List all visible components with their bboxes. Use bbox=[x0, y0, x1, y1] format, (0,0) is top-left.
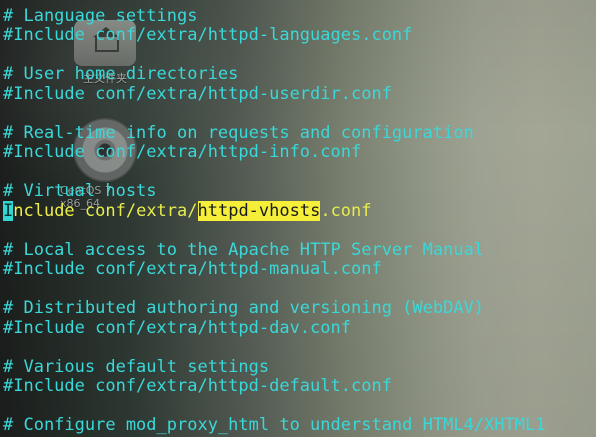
config-line: # Configure mod_proxy_html to understand… bbox=[3, 415, 546, 435]
path-prefix: conf/extra/ bbox=[74, 201, 198, 221]
include-keyword: nclude bbox=[13, 201, 75, 221]
active-config-line: Include conf/extra/httpd-vhosts.conf bbox=[3, 201, 372, 221]
config-line: # Local access to the Apache HTTP Server… bbox=[3, 240, 485, 260]
config-line: # Distributed authoring and versioning (… bbox=[3, 298, 485, 318]
text-cursor: I bbox=[3, 201, 14, 221]
config-line: #Include conf/extra/httpd-manual.conf bbox=[3, 259, 382, 279]
config-line: #Include conf/extra/httpd-languages.conf bbox=[3, 25, 413, 45]
config-line: #Include conf/extra/httpd-userdir.conf bbox=[3, 84, 392, 104]
config-line: # Virtual hosts bbox=[3, 181, 157, 201]
terminal-editor[interactable]: # Language settings #Include conf/extra/… bbox=[0, 0, 596, 437]
config-line: # User home directories bbox=[3, 64, 239, 84]
path-suffix: .conf bbox=[320, 201, 372, 221]
config-line: #Include conf/extra/httpd-default.conf bbox=[3, 376, 392, 396]
config-line: # Real-time info on requests and configu… bbox=[3, 123, 474, 143]
config-line: #Include conf/extra/httpd-dav.conf bbox=[3, 318, 351, 338]
config-line: #Include conf/extra/httpd-info.conf bbox=[3, 142, 362, 162]
search-match-highlight: httpd-vhosts bbox=[197, 201, 321, 221]
config-line: # Various default settings bbox=[3, 357, 270, 377]
config-line: # Language settings bbox=[3, 6, 198, 26]
